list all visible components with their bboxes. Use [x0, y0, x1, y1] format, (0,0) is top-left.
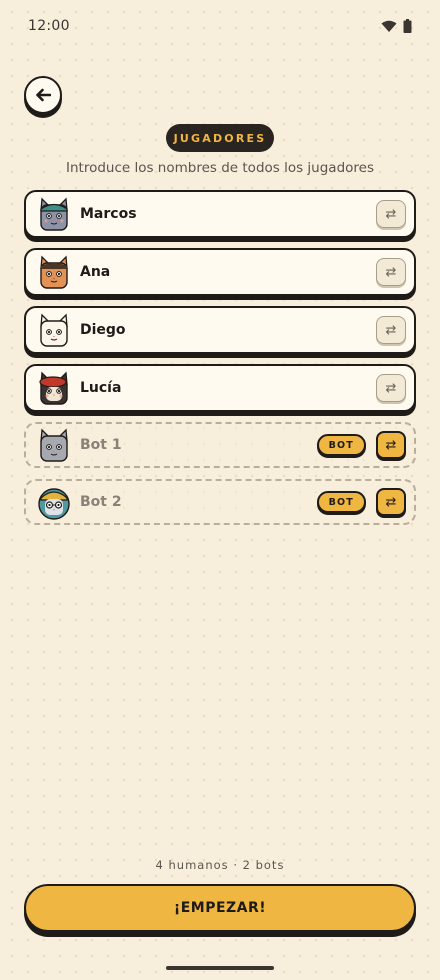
bot-card[interactable]: Bot 2 BOT ⇄: [24, 479, 416, 525]
player-card[interactable]: Ana ⇄: [24, 248, 416, 296]
swap-avatar-button[interactable]: ⇄: [376, 374, 406, 402]
cat-avatar-icon[interactable]: [36, 484, 72, 520]
player-card[interactable]: Diego ⇄: [24, 306, 416, 354]
swap-icon: ⇄: [385, 437, 397, 453]
battery-icon: [403, 19, 412, 33]
swap-avatar-button[interactable]: ⇄: [376, 316, 406, 344]
status-time: 12:00: [28, 18, 70, 34]
swap-icon: ⇄: [385, 264, 397, 280]
cat-avatar-icon[interactable]: [36, 196, 72, 232]
wifi-icon: [381, 20, 397, 32]
bot-badge: BOT: [316, 491, 366, 513]
cat-avatar-icon[interactable]: [36, 312, 72, 348]
swap-icon: ⇄: [385, 494, 397, 510]
status-icons: [381, 19, 412, 33]
cat-avatar-icon[interactable]: [36, 254, 72, 290]
swap-avatar-button[interactable]: ⇄: [376, 200, 406, 228]
swap-icon: ⇄: [385, 380, 397, 396]
player-name[interactable]: Diego: [80, 322, 376, 338]
player-card[interactable]: Lucía ⇄: [24, 364, 416, 412]
cat-avatar-icon[interactable]: [36, 427, 72, 463]
swap-icon: ⇄: [385, 206, 397, 222]
swap-avatar-button[interactable]: ⇄: [376, 431, 406, 459]
player-list: Marcos ⇄ Ana ⇄ Diego ⇄ Lucía ⇄ Bot 1 BOT…: [24, 190, 416, 536]
bot-badge: BOT: [316, 434, 366, 456]
player-name[interactable]: Bot 1: [80, 437, 317, 453]
page-title: JUGADORES: [166, 124, 274, 152]
home-indicator[interactable]: [166, 966, 274, 970]
start-button[interactable]: ¡EMPEZAR!: [24, 884, 416, 932]
player-count-summary: 4 humanos · 2 bots: [155, 858, 285, 872]
player-name[interactable]: Bot 2: [80, 494, 317, 510]
bot-card[interactable]: Bot 1 BOT ⇄: [24, 422, 416, 468]
cat-avatar-icon[interactable]: [36, 370, 72, 406]
player-name[interactable]: Marcos: [80, 206, 376, 222]
back-button[interactable]: [24, 76, 62, 114]
arrow-left-icon: [36, 88, 51, 102]
swap-avatar-button[interactable]: ⇄: [376, 488, 406, 516]
player-name[interactable]: Ana: [80, 264, 376, 280]
status-bar: 12:00: [0, 0, 440, 52]
player-name[interactable]: Lucía: [80, 380, 376, 396]
player-card[interactable]: Marcos ⇄: [24, 190, 416, 238]
swap-avatar-button[interactable]: ⇄: [376, 258, 406, 286]
page-subtitle: Introduce los nombres de todos los jugad…: [65, 160, 375, 176]
swap-icon: ⇄: [385, 322, 397, 338]
